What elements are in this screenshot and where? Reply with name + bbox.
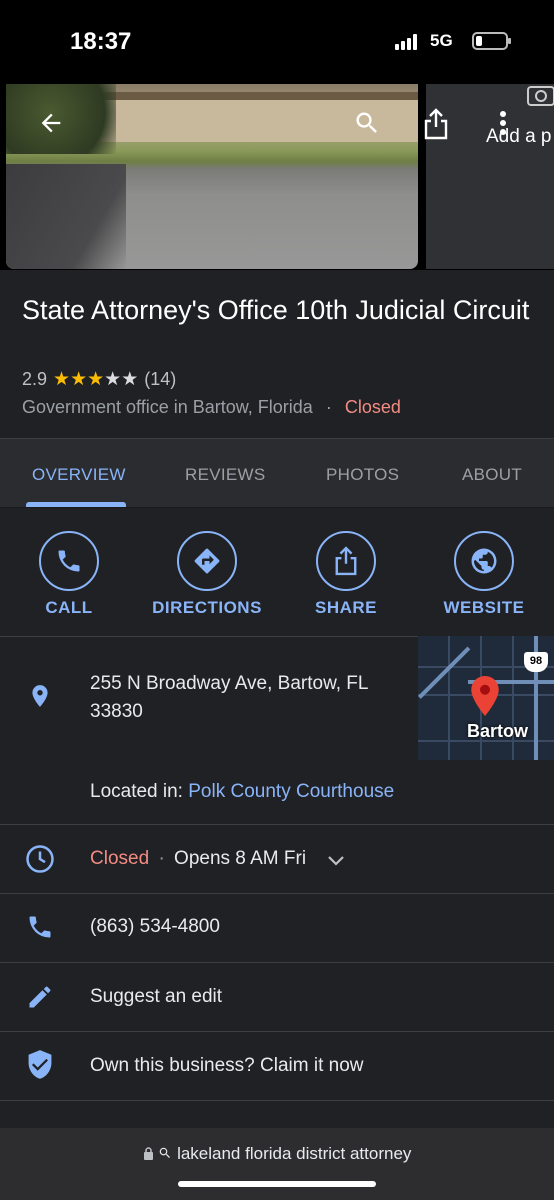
- directions-label: DIRECTIONS: [152, 598, 262, 617]
- search-icon[interactable]: [350, 106, 384, 140]
- claim-business[interactable]: Own this business? Claim it now: [90, 1052, 364, 1080]
- url-text: lakeland florida district attorney: [177, 1144, 412, 1163]
- place-category: Government office in Bartow, Florida: [22, 397, 313, 417]
- share-label: SHARE: [314, 598, 377, 617]
- place-title: State Attorney's Office 10th Judicial Ci…: [22, 295, 530, 325]
- hours-status: Closed: [90, 848, 150, 869]
- search-icon: [158, 1145, 172, 1165]
- tab-photos[interactable]: PHOTOS: [326, 465, 399, 485]
- separator-dot: ·: [325, 397, 332, 417]
- route-shield: 98: [524, 652, 548, 672]
- hours-separator: ·: [158, 848, 165, 869]
- divider: [0, 1031, 554, 1032]
- open-status: Closed: [344, 397, 401, 417]
- signal-icon: [395, 34, 421, 50]
- tab-overview[interactable]: OVERVIEW: [32, 465, 126, 485]
- shield-check-icon: [24, 1049, 56, 1081]
- star-empty-icon: ★: [121, 368, 139, 390]
- clock-icon: [24, 843, 56, 875]
- rating-value: 2.9: [22, 369, 48, 389]
- photo-carousel[interactable]: Add a p: [0, 84, 554, 270]
- mini-map[interactable]: 98 Bartow: [418, 636, 554, 760]
- location-pin-icon: [24, 680, 56, 712]
- add-photo-label[interactable]: Add a p: [486, 126, 552, 148]
- star-rating: ★ ★ ★ ★ ★: [53, 368, 139, 390]
- tab-reviews[interactable]: REVIEWS: [185, 465, 266, 485]
- address-line1: 255 N Broadway Ave, Bartow, FL: [90, 673, 369, 694]
- tab-active-indicator: [26, 502, 126, 507]
- share-icon: [316, 531, 376, 591]
- star-filled-icon: ★: [87, 368, 105, 390]
- map-city-label: Bartow: [467, 721, 529, 741]
- hours-next: Opens 8 AM Fri: [174, 848, 307, 869]
- star-empty-icon: ★: [104, 368, 122, 390]
- divider: [0, 893, 554, 894]
- category-row: Government office in Bartow, Florida · C…: [22, 397, 401, 418]
- browser-bar[interactable]: lakeland florida district attorney: [0, 1128, 554, 1200]
- rating-row[interactable]: 2.9 ★ ★ ★ ★ ★ (14): [22, 369, 176, 390]
- share-icon[interactable]: [419, 106, 453, 142]
- located-in-link[interactable]: Polk County Courthouse: [188, 781, 394, 802]
- chevron-down-icon[interactable]: [324, 848, 348, 877]
- map-highway: [418, 646, 471, 699]
- suggest-edit[interactable]: Suggest an edit: [90, 983, 222, 1011]
- website-button[interactable]: WEBSITE: [424, 531, 544, 618]
- photo-shadow: [6, 164, 126, 269]
- map-road: [448, 636, 450, 760]
- status-time: 18:37: [70, 28, 132, 55]
- phone-icon: [24, 911, 56, 943]
- website-label: WEBSITE: [443, 598, 525, 617]
- located-in-prefix: Located in:: [90, 781, 183, 802]
- battery-level: [476, 36, 482, 46]
- address[interactable]: 255 N Broadway Ave, Bartow, FL 33830: [90, 670, 368, 726]
- call-label: CALL: [45, 598, 93, 617]
- divider: [0, 636, 418, 637]
- divider: [0, 1100, 554, 1101]
- globe-icon: [454, 531, 514, 591]
- tab-bar: OVERVIEW REVIEWS PHOTOS ABOUT: [0, 438, 554, 508]
- review-count[interactable]: (14): [144, 369, 176, 390]
- star-filled-icon: ★: [70, 368, 88, 390]
- phone-number[interactable]: (863) 534-4800: [90, 913, 220, 941]
- back-arrow-icon[interactable]: [34, 106, 68, 140]
- share-button[interactable]: SHARE: [286, 531, 406, 618]
- divider: [0, 824, 554, 825]
- call-button[interactable]: CALL: [9, 531, 129, 618]
- located-in[interactable]: Located in: Polk County Courthouse: [90, 778, 394, 806]
- home-indicator[interactable]: [178, 1181, 376, 1187]
- battery-icon: [472, 32, 511, 50]
- lock-icon: [143, 1145, 154, 1165]
- directions-icon: [177, 531, 237, 591]
- address-line2: 33830: [90, 701, 143, 722]
- star-filled-icon: ★: [53, 368, 71, 390]
- tab-about[interactable]: ABOUT: [462, 465, 522, 485]
- hours-row[interactable]: Closed · Opens 8 AM Fri: [90, 845, 306, 873]
- divider: [0, 962, 554, 963]
- phone-icon: [39, 531, 99, 591]
- map-pin-icon: [470, 676, 500, 721]
- camera-icon[interactable]: [526, 84, 554, 106]
- network-type: 5G: [430, 31, 453, 50]
- status-bar: 18:37 5G: [0, 0, 554, 84]
- url-bar[interactable]: lakeland florida district attorney: [0, 1144, 554, 1165]
- directions-button[interactable]: DIRECTIONS: [147, 531, 267, 618]
- pencil-icon: [24, 981, 56, 1013]
